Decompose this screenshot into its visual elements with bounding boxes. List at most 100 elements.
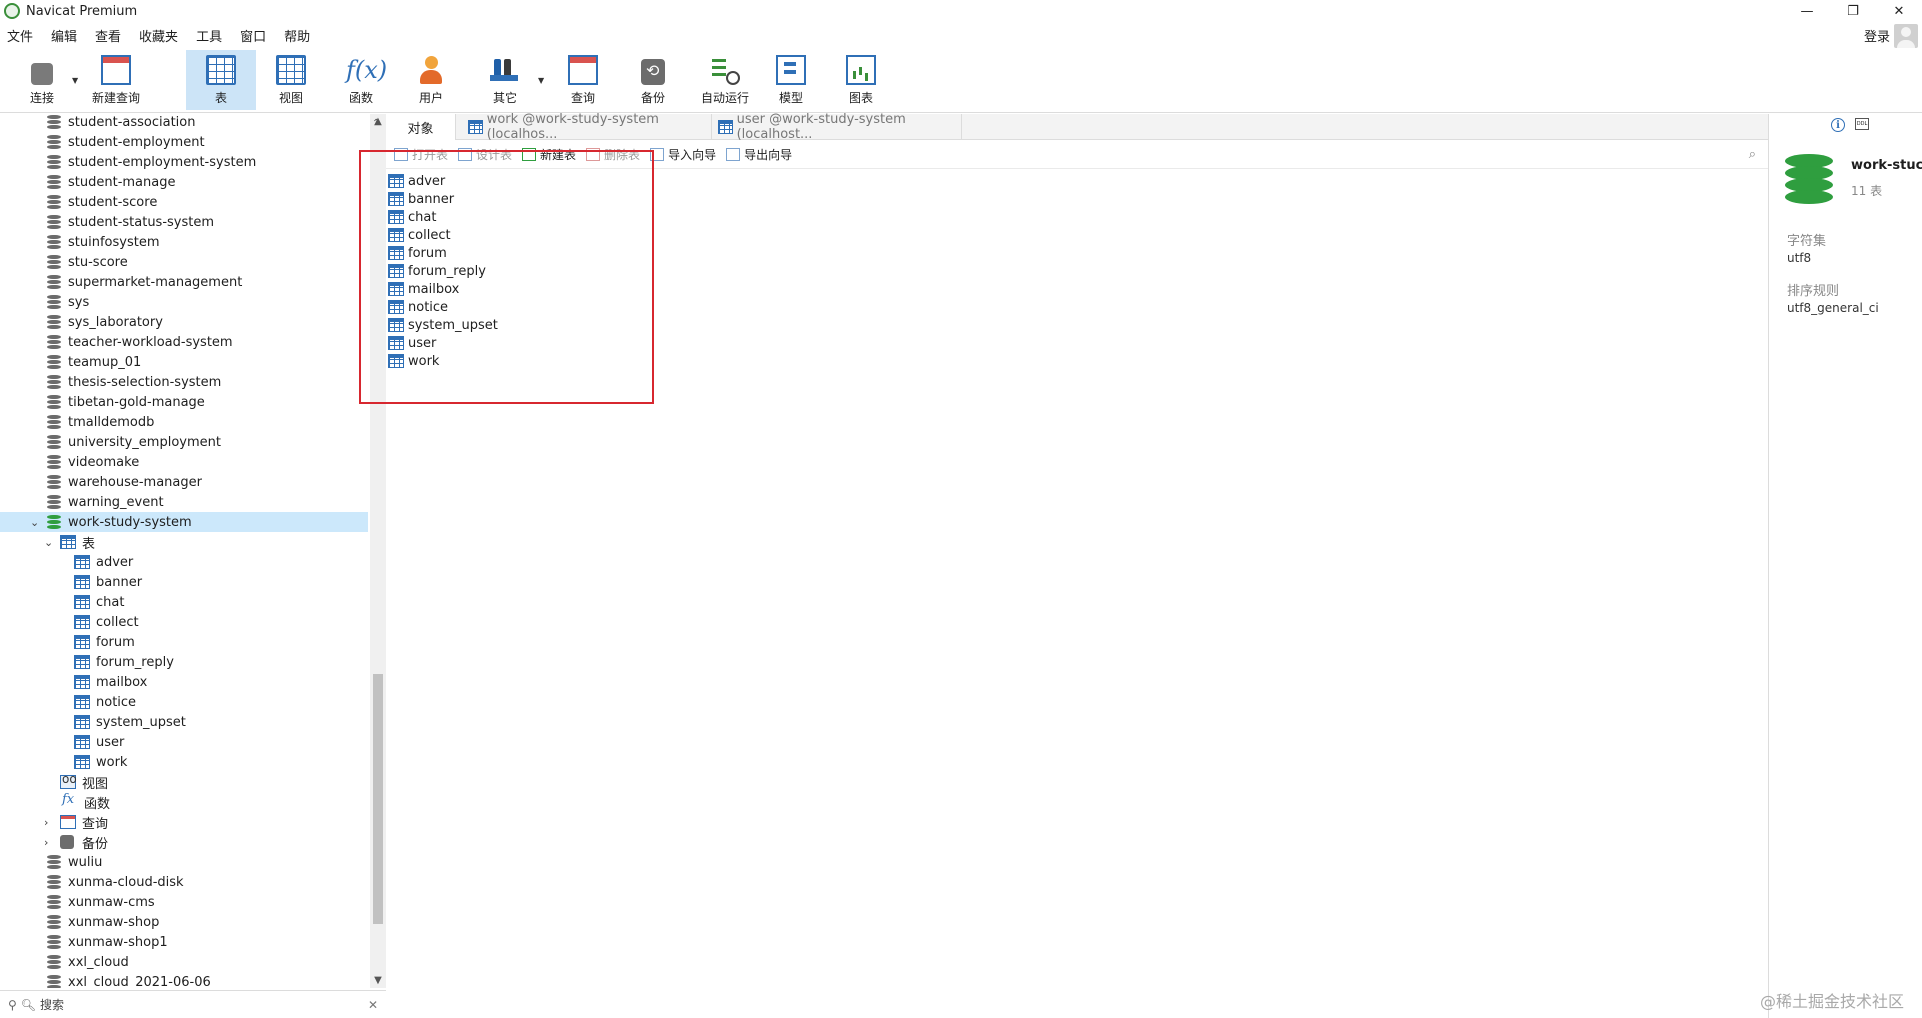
database-item[interactable]: university_employment [0, 432, 368, 452]
database-item[interactable]: student-score [0, 192, 368, 212]
tree-item[interactable]: collect [0, 612, 368, 632]
database-item[interactable]: ⌄ work-study-system [0, 512, 368, 532]
tree-item[interactable]: banner [0, 572, 368, 592]
database-item[interactable]: xunmaw-shop [0, 912, 368, 932]
database-item[interactable]: thesis-selection-system [0, 372, 368, 392]
database-item[interactable]: xunmaw-shop1 [0, 932, 368, 952]
database-item[interactable]: student-status-system [0, 212, 368, 232]
tree-item[interactable]: forum_reply [0, 652, 368, 672]
minimize-button[interactable]: — [1784, 0, 1830, 22]
tree-item[interactable]: notice [0, 692, 368, 712]
menu-window[interactable]: 窗口 [231, 26, 275, 45]
other-button[interactable]: 其它 [476, 50, 534, 110]
scroll-down-icon[interactable]: ▼ [370, 975, 386, 986]
tree-item[interactable]: fx 函数 [0, 792, 368, 812]
view-button[interactable]: 视图 [262, 50, 320, 110]
chevron-right-icon[interactable]: › [44, 836, 48, 849]
database-item[interactable]: xunmaw-cms [0, 892, 368, 912]
database-item[interactable]: warning_event [0, 492, 368, 512]
backup-button[interactable]: 备份 [624, 50, 682, 110]
other-dropdown-icon[interactable]: ▼ [538, 76, 544, 85]
database-item[interactable]: teamup_01 [0, 352, 368, 372]
clear-search-icon[interactable]: ✕ [368, 998, 378, 1012]
database-item[interactable]: stu-score [0, 252, 368, 272]
connect-button[interactable]: 连接 [18, 50, 66, 110]
connect-dropdown-icon[interactable]: ▼ [72, 76, 78, 85]
menu-edit[interactable]: 编辑 [42, 26, 86, 45]
tree-item-label: adver [96, 554, 134, 570]
ddl-icon[interactable]: DDL [1855, 118, 1869, 130]
database-item[interactable]: videomake [0, 452, 368, 472]
tree-item[interactable]: ⌄ 表 [0, 532, 368, 552]
login-link[interactable]: 登录 [1864, 26, 1890, 45]
database-item[interactable]: student-employment [0, 132, 368, 152]
database-item[interactable]: student-association [0, 114, 368, 132]
tab-work-table[interactable]: work @work-study-system (localhos... [462, 112, 712, 142]
chevron-down-icon[interactable]: ⌄ [30, 516, 39, 529]
tree-item[interactable]: user [0, 732, 368, 752]
menu-help[interactable]: 帮助 [275, 26, 319, 45]
tree-item[interactable]: system_upset [0, 712, 368, 732]
restore-button[interactable]: ❐ [1830, 0, 1876, 22]
close-button[interactable]: ✕ [1876, 0, 1922, 22]
filter-icon[interactable]: ⚲ [8, 998, 17, 1012]
table-icon [60, 535, 76, 549]
collapse-up-icon[interactable]: ⌃ [372, 118, 380, 129]
database-item[interactable]: sys [0, 292, 368, 312]
database-item[interactable]: xxl_cloud [0, 952, 368, 972]
database-name: student-status-system [68, 214, 215, 230]
tree-item[interactable]: work [0, 752, 368, 772]
chevron-right-icon[interactable]: › [44, 816, 48, 829]
export-wizard-button[interactable]: 导出向导 [726, 146, 792, 163]
database-item[interactable]: stuinfosystem [0, 232, 368, 252]
database-name: sys_laboratory [68, 314, 163, 330]
tree-item[interactable]: › 查询 [0, 812, 368, 832]
table-button[interactable]: 表 [186, 50, 256, 110]
table-icon [74, 595, 90, 609]
tree-item[interactable]: chat [0, 592, 368, 612]
database-item[interactable]: supermarket-management [0, 272, 368, 292]
tree-item[interactable]: › 备份 [0, 832, 368, 852]
database-item[interactable]: sys_laboratory [0, 312, 368, 332]
user-avatar-icon[interactable] [1894, 24, 1918, 48]
menu-favorites[interactable]: 收藏夹 [130, 26, 187, 45]
database-name: tmalldemodb [68, 414, 155, 430]
tree-item[interactable]: forum [0, 632, 368, 652]
menu-view[interactable]: 查看 [86, 26, 130, 45]
automation-button[interactable]: 自动运行 [694, 50, 756, 110]
database-item[interactable]: warehouse-manager [0, 472, 368, 492]
menu-file[interactable]: 文件 [0, 26, 42, 45]
database-icon [47, 955, 61, 969]
tree-item[interactable]: adver [0, 552, 368, 572]
new-query-button[interactable]: 新建查询 [88, 50, 144, 110]
object-search-icon[interactable]: ⌕ [1749, 147, 1756, 162]
database-icon [47, 255, 61, 269]
chart-button[interactable]: 图表 [832, 50, 890, 110]
menu-tools[interactable]: 工具 [187, 26, 231, 45]
collation-label: 排序规则 [1787, 284, 1840, 299]
info-icon[interactable]: i [1831, 118, 1845, 132]
query-button[interactable]: 查询 [554, 50, 612, 110]
database-item[interactable]: wuliu [0, 852, 368, 872]
database-item[interactable]: teacher-workload-system [0, 332, 368, 352]
nav-scroll-thumb[interactable] [373, 674, 383, 924]
database-item[interactable]: student-employment-system [0, 152, 368, 172]
tab-objects[interactable]: 对象 [386, 114, 456, 140]
database-item[interactable]: student-manage [0, 172, 368, 192]
search-input[interactable]: 搜索 [40, 996, 64, 1013]
database-name: student-employment-system [68, 154, 257, 170]
tree-item-label: 表 [82, 536, 96, 552]
tree-item[interactable]: 视图 [0, 772, 368, 792]
tree-item[interactable]: mailbox [0, 672, 368, 692]
function-button[interactable]: f(x) 函数 [332, 50, 390, 110]
model-button[interactable]: 模型 [762, 50, 820, 110]
user-button[interactable]: 用户 [402, 50, 460, 110]
tab-user-table[interactable]: user @work-study-system (localhost... [712, 112, 962, 142]
import-wizard-button[interactable]: 导入向导 [650, 146, 716, 163]
database-item[interactable]: xunma-cloud-disk [0, 872, 368, 892]
database-item[interactable]: xxl_cloud_2021-06-06 [0, 972, 368, 988]
chevron-down-icon[interactable]: ⌄ [44, 536, 53, 549]
database-item[interactable]: tibetan-gold-manage [0, 392, 368, 412]
database-name: student-manage [68, 174, 176, 190]
database-item[interactable]: tmalldemodb [0, 412, 368, 432]
